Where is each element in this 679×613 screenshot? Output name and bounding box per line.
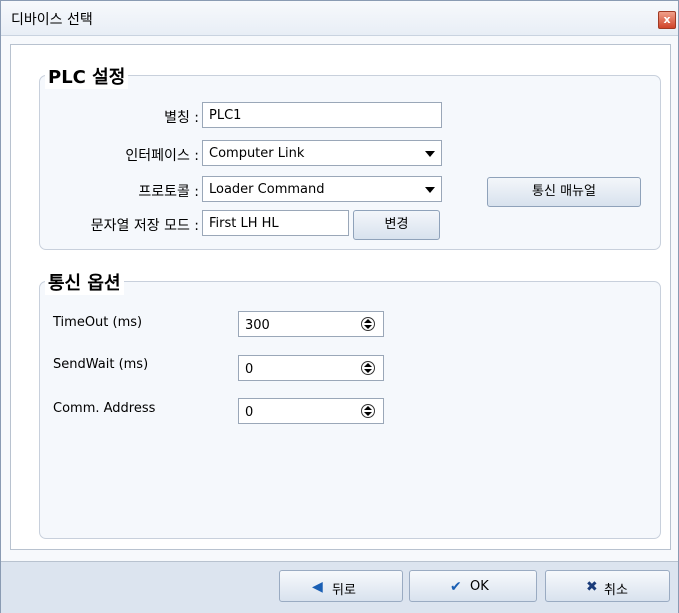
string-mode-label: 문자열 저장 모드 :: [90, 218, 199, 234]
alias-label: 별칭 :: [164, 110, 199, 126]
spin-updown-icon[interactable]: [361, 404, 375, 418]
timeout-label: TimeOut (ms): [53, 315, 143, 330]
checkmark-icon: ✔: [450, 579, 462, 595]
protocol-select[interactable]: Loader Command: [202, 176, 442, 202]
alias-input[interactable]: PLC1: [202, 102, 442, 128]
comm-manual-button[interactable]: 통신 매뉴얼: [487, 177, 641, 207]
cancel-button[interactable]: ✖ 취소: [545, 570, 670, 602]
cancel-button-label: 취소: [604, 583, 628, 598]
chevron-down-icon: [425, 187, 435, 193]
arrow-left-icon: ◀: [312, 579, 323, 595]
protocol-selected-value: Loader Command: [209, 182, 325, 197]
comm-address-spinner[interactable]: 0: [238, 398, 384, 424]
interface-label: 인터페이스 :: [125, 148, 199, 164]
dialog-footer: ◀ 뒤로 ✔ OK ✖ 취소: [1, 561, 678, 613]
dialog-body: PLC 설정 별칭 : PLC1 인터페이스 : Computer Link 프…: [10, 44, 671, 550]
close-button[interactable]: x: [658, 11, 676, 29]
spin-updown-icon[interactable]: [361, 317, 375, 331]
timeout-value: 300: [245, 318, 270, 333]
back-button-label: 뒤로: [332, 583, 356, 598]
comm-address-value: 0: [245, 405, 254, 420]
x-icon: ✖: [586, 579, 598, 595]
sendwait-label: SendWait (ms): [53, 357, 149, 372]
interface-selected-value: Computer Link: [209, 146, 305, 161]
ok-button-label: OK: [470, 579, 489, 594]
comm-options-title: 통신 옵션: [45, 269, 124, 295]
comm-address-label: Comm. Address: [53, 401, 156, 416]
sendwait-value: 0: [245, 362, 254, 377]
timeout-spinner[interactable]: 300: [238, 311, 384, 337]
change-button[interactable]: 변경: [353, 210, 440, 240]
window-title: 디바이스 선택: [11, 12, 93, 28]
string-mode-input[interactable]: First LH HL: [202, 210, 349, 236]
plc-settings-title: PLC 설정: [45, 63, 129, 89]
sendwait-spinner[interactable]: 0: [238, 355, 384, 381]
protocol-label: 프로토콜 :: [138, 184, 199, 200]
device-select-dialog: 디바이스 선택 x PLC 설정 별칭 : PLC1 인터페이스 : Compu…: [0, 0, 679, 613]
title-bar: 디바이스 선택 x: [1, 1, 678, 36]
back-button[interactable]: ◀ 뒤로: [279, 570, 403, 602]
ok-button[interactable]: ✔ OK: [409, 570, 537, 602]
chevron-down-icon: [425, 151, 435, 157]
interface-select[interactable]: Computer Link: [202, 140, 442, 166]
spin-updown-icon[interactable]: [361, 361, 375, 375]
